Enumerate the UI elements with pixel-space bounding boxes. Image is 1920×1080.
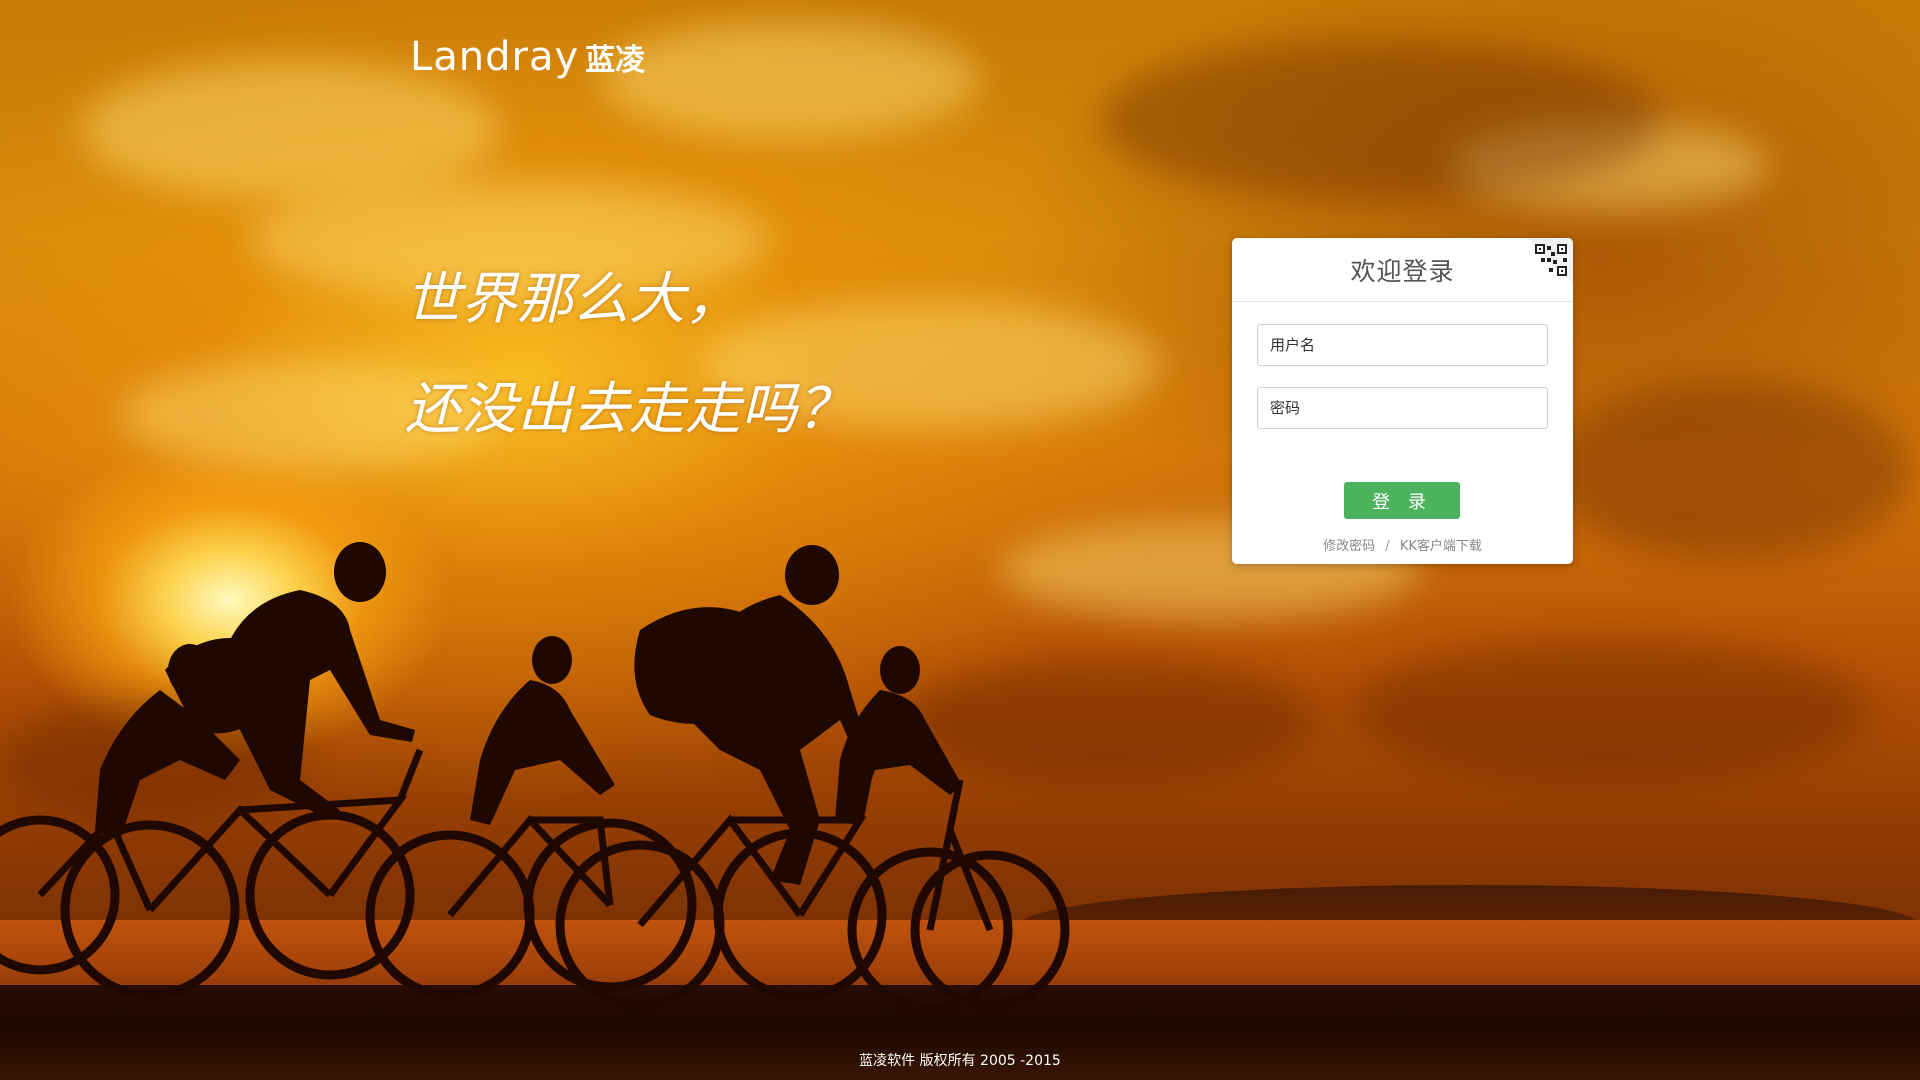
login-page-background: Landray 蓝凌 世界那么大， 还没出去走走吗？ 欢迎登录 用户名 登 录 … [0,0,1920,1080]
slogan: 世界那么大， 还没出去走走吗？ [405,245,853,465]
logo-english: Landray [410,34,580,80]
change-password-link[interactable]: 修改密码 [1323,539,1375,554]
login-title: 欢迎登录 [1350,256,1455,286]
slogan-line-2: 还没出去走走吗？ [405,377,853,442]
password-input[interactable] [1257,387,1548,429]
slogan-line-1: 世界那么大， [405,267,741,332]
cyclists-silhouette [0,542,1070,1013]
login-panel: 欢迎登录 用户名 登 录 修改密码 / KK客户端下载 [1232,238,1573,564]
link-separator: / [1385,539,1390,554]
kk-client-download-link[interactable]: KK客户端下载 [1400,539,1482,554]
qr-code-icon[interactable] [1527,238,1573,284]
login-button[interactable]: 登 录 [1344,482,1460,519]
copyright-footer: 蓝凌软件 版权所有 2005 -2015 [859,1053,1061,1069]
login-header: 欢迎登录 [1232,238,1573,302]
username-input[interactable] [1257,324,1548,366]
landray-logo: Landray 蓝凌 [410,34,646,80]
distant-hills [1020,885,1920,925]
login-links: 修改密码 / KK客户端下载 [1232,535,1573,554]
logo-chinese: 蓝凌 [585,43,646,78]
